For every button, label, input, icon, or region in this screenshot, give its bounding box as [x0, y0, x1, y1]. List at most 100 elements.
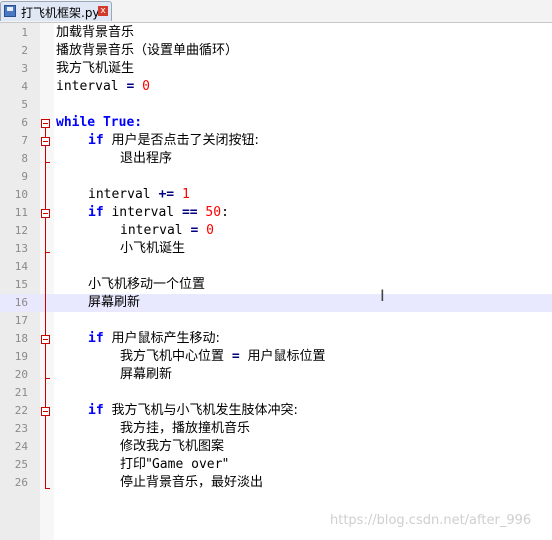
- close-tab-icon[interactable]: x: [98, 6, 108, 16]
- code-text: 停止背景音乐，最好淡出: [120, 475, 264, 490]
- code-line: 15 小飞机移动一个位置: [0, 276, 552, 294]
- operator: +=: [158, 187, 175, 202]
- line-number: 14: [14, 260, 28, 273]
- fold-toggle-icon[interactable]: [41, 119, 50, 128]
- condition-text: 用户是否点击了关闭按钮:: [111, 133, 259, 148]
- keyword: while: [56, 115, 96, 130]
- code-line: 7 if 用户是否点击了关闭按钮:: [0, 132, 552, 150]
- line-number: 22: [14, 404, 28, 417]
- statement-text: ": [222, 457, 229, 472]
- file-tab-title: 打飞机框架.py: [21, 6, 100, 20]
- line-number: 13: [14, 242, 28, 255]
- fold-toggle-icon[interactable]: [41, 137, 50, 146]
- line-number: 23: [14, 422, 28, 435]
- number-literal: 0: [206, 223, 214, 238]
- fold-toggle-icon[interactable]: [41, 407, 50, 416]
- line-number: 3: [21, 62, 28, 75]
- code-line: 5: [0, 96, 552, 114]
- code-line: 22 if 我方飞机与小飞机发生肢体冲突:: [0, 402, 552, 420]
- line-number: 25: [14, 458, 28, 471]
- line-number: 24: [14, 440, 28, 453]
- tab-bar: 打飞机框架.py x: [0, 0, 552, 23]
- line-number: 26: [14, 476, 28, 489]
- statement-text: 我方飞机中心位置: [120, 349, 225, 364]
- code-text: 屏幕刷新: [120, 367, 173, 382]
- line-number: 18: [14, 332, 28, 345]
- line-number: 9: [21, 170, 28, 183]
- keyword: if: [88, 331, 104, 346]
- fold-end-marker: [45, 378, 50, 379]
- code-text: interval += 1: [88, 186, 190, 204]
- code-line: 23 我方挂，播放撞机音乐: [0, 420, 552, 438]
- code-text: 我方挂，播放撞机音乐: [120, 421, 251, 436]
- code-text: interval = 0: [120, 222, 214, 240]
- line-number: 2: [21, 44, 28, 57]
- number-literal: 0: [142, 79, 150, 94]
- identifier: interval: [120, 223, 183, 238]
- fold-toggle-icon[interactable]: [41, 209, 50, 218]
- code-text: 我方飞机诞生: [56, 61, 135, 76]
- keyword: if: [88, 133, 104, 148]
- operator: ==: [181, 205, 198, 220]
- code-text: 播放背景音乐（设置单曲循环）: [56, 43, 239, 58]
- keyword: if: [88, 403, 104, 418]
- fold-end-marker: [45, 488, 50, 489]
- code-line: 17: [0, 312, 552, 330]
- number-literal: 50: [205, 205, 222, 220]
- code-line: 20 屏幕刷新: [0, 366, 552, 384]
- code-line: 21: [0, 384, 552, 402]
- code-text: 加载背景音乐: [56, 25, 135, 40]
- code-line: 26 停止背景音乐，最好淡出: [0, 474, 552, 492]
- code-line: 2 播放背景音乐（设置单曲循环）: [0, 42, 552, 60]
- operator: =: [231, 349, 240, 364]
- line-number: 16: [14, 296, 28, 309]
- text-cursor-icon: I: [380, 286, 385, 305]
- line-number: 11: [14, 206, 28, 219]
- line-number: 20: [14, 368, 28, 381]
- line-number: 1: [21, 26, 28, 39]
- line-number: 7: [21, 134, 28, 147]
- line-number: 21: [14, 386, 28, 399]
- fold-end-marker: [45, 252, 50, 253]
- code-line: 12 interval = 0: [0, 222, 552, 240]
- code-text: interval = 0: [56, 78, 150, 96]
- line-number: 6: [21, 116, 28, 129]
- code-line: 4 interval = 0: [0, 78, 552, 96]
- statement-text: 用户鼠标位置: [247, 349, 326, 364]
- keyword: if: [88, 205, 104, 220]
- code-line: 24 修改我方飞机图案: [0, 438, 552, 456]
- line-number: 10: [14, 188, 28, 201]
- number-literal: 1: [181, 187, 190, 202]
- code-line: 3 我方飞机诞生: [0, 60, 552, 78]
- condition-text: 我方飞机与小飞机发生肢体冲突:: [111, 403, 298, 418]
- operator: =: [126, 79, 135, 94]
- code-line: 9: [0, 168, 552, 186]
- line-number: 19: [14, 350, 28, 363]
- line-number: 4: [21, 80, 28, 93]
- code-text: 修改我方飞机图案: [120, 439, 225, 454]
- code-line-current: 16 屏幕刷新: [0, 294, 552, 312]
- operator: =: [190, 223, 199, 238]
- code-line: 19 我方飞机中心位置 = 用户鼠标位置: [0, 348, 552, 366]
- save-icon: [4, 5, 16, 17]
- code-line: 8 退出程序: [0, 150, 552, 168]
- watermark: https://blog.csdn.net/after_996: [330, 513, 532, 528]
- code-line: 6 while True:: [0, 114, 552, 132]
- file-tab[interactable]: 打飞机框架.py x: [0, 1, 112, 21]
- code-line: 14: [0, 258, 552, 276]
- code-text: if 用户是否点击了关闭按钮:: [88, 132, 259, 150]
- code-text: 我方飞机中心位置 = 用户鼠标位置: [120, 348, 326, 366]
- code-text: 屏幕刷新: [88, 295, 141, 310]
- code-text: if 我方飞机与小飞机发生肢体冲突:: [88, 402, 298, 420]
- code-text: if interval == 50:: [88, 204, 229, 222]
- fold-line: [45, 128, 46, 488]
- fold-toggle-icon[interactable]: [41, 335, 50, 344]
- line-number: 15: [14, 278, 28, 291]
- code-text: 打印"Game over": [120, 456, 228, 474]
- code-text: 小飞机移动一个位置: [88, 277, 206, 292]
- identifier: interval: [56, 79, 119, 94]
- colon: :: [221, 205, 229, 220]
- code-text: while True:: [56, 114, 142, 132]
- code-line: 1 加载背景音乐: [0, 24, 552, 42]
- code-text: 退出程序: [120, 151, 173, 166]
